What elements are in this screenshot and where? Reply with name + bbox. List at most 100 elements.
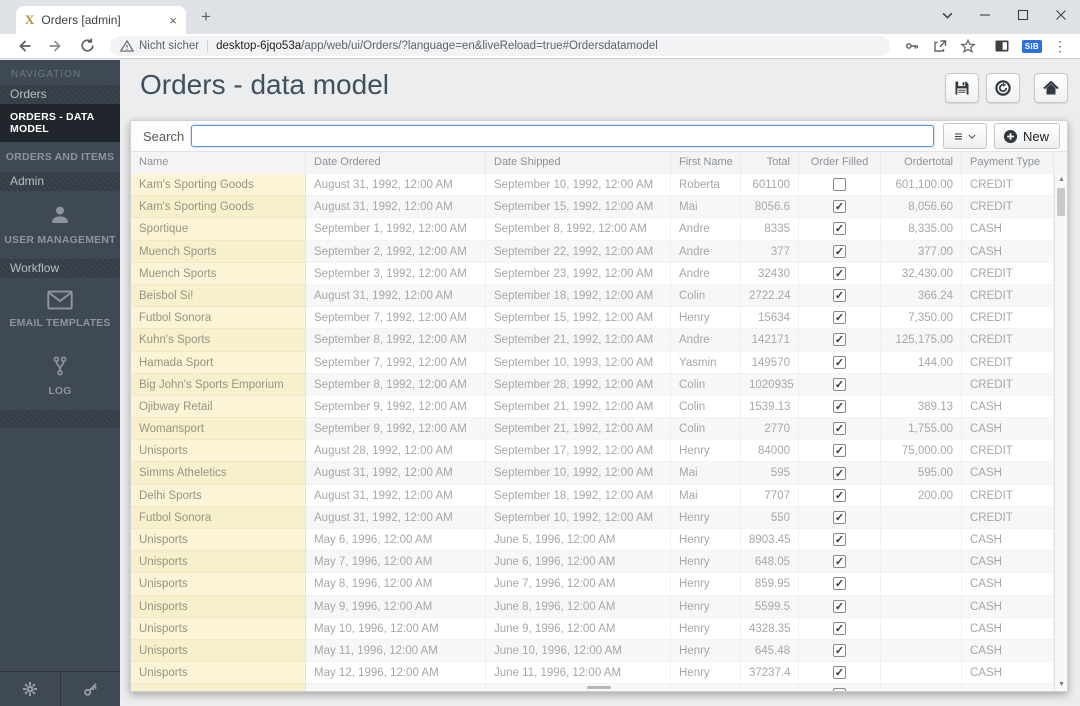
column-header-order_filled[interactable]: Order Filled bbox=[799, 152, 881, 174]
side-panel-icon[interactable] bbox=[994, 38, 1010, 54]
cell-date_ordered: August 31, 1992, 12:00 AM bbox=[306, 284, 486, 308]
window-minimize-icon[interactable] bbox=[966, 0, 1004, 30]
history-button[interactable] bbox=[986, 73, 1020, 103]
table-row[interactable]: Delhi Sports August 31, 1992, 12:00 AM Sep… bbox=[131, 484, 1054, 507]
password-key-icon[interactable] bbox=[904, 38, 920, 54]
extension-badge[interactable]: SIB bbox=[1021, 39, 1042, 53]
order-filled-checkbox[interactable]: ✓ bbox=[833, 555, 846, 569]
window-maximize-icon[interactable] bbox=[1004, 0, 1042, 30]
order-filled-checkbox[interactable]: ✓ bbox=[833, 466, 846, 480]
order-filled-checkbox[interactable]: ✓ bbox=[833, 222, 846, 236]
table-row[interactable]: Sportique September 1, 1992, 12:00 AM Sept… bbox=[131, 218, 1054, 241]
table-row[interactable]: Unisports May 11, 1996, 12:00 AM June 10, … bbox=[131, 639, 1054, 663]
table-row[interactable]: Unisports May 8, 1996, 12:00 AM June 7, 19… bbox=[131, 573, 1054, 596]
table-row[interactable]: Ojibway Retail September 9, 1992, 12:00 A… bbox=[131, 395, 1054, 419]
browser-menu-icon[interactable]: ⋮ bbox=[1053, 39, 1067, 53]
table-row[interactable]: Kam's Sporting Goods August 31, 1992, 12:… bbox=[131, 174, 1054, 197]
order-filled-checkbox[interactable]: ✓ bbox=[833, 644, 846, 658]
browser-tab[interactable]: X Orders [admin] × bbox=[16, 6, 186, 34]
table-row[interactable]: Unisports May 7, 1996, 12:00 AM June 6, 19… bbox=[131, 551, 1054, 574]
column-header-date_ordered[interactable]: Date Ordered bbox=[306, 152, 486, 174]
cell-date_ordered: May 12, 1996, 12:00 AM bbox=[306, 662, 486, 685]
order-filled-checkbox[interactable]: ✓ bbox=[833, 599, 846, 613]
table-row[interactable]: Futbol Sonora August 31, 1992, 12:00 AM Se… bbox=[131, 506, 1054, 529]
order-filled-checkbox[interactable]: ✓ bbox=[833, 355, 846, 369]
share-icon[interactable] bbox=[932, 38, 948, 54]
order-filled-checkbox[interactable]: ✓ bbox=[833, 533, 846, 547]
window-close-icon[interactable] bbox=[1042, 0, 1080, 30]
table-row[interactable]: Womansport September 9, 1992, 12:00 AM Sep… bbox=[131, 418, 1054, 441]
table-row[interactable]: Unisports August 28, 1992, 12:00 AM Septem… bbox=[131, 440, 1054, 463]
address-bar[interactable]: Nicht sicher desktop-6jqo53a/app/web/ui/… bbox=[110, 36, 890, 56]
reload-icon[interactable] bbox=[79, 37, 97, 55]
order-filled-checkbox[interactable]: ✓ bbox=[833, 399, 846, 413]
new-tab-button[interactable]: + bbox=[194, 5, 218, 29]
table-row[interactable]: Unisports May 9, 1996, 12:00 AM June 8, 19… bbox=[131, 595, 1054, 618]
sidebar-item-email-templates[interactable]: EMAIL TEMPLATES bbox=[0, 278, 120, 342]
sidebar-item-user-management[interactable]: USER MANAGEMENT bbox=[0, 191, 120, 259]
scrollbar-down-icon[interactable]: ▼ bbox=[1055, 679, 1067, 691]
sidebar-item-log[interactable]: LOG bbox=[0, 342, 120, 410]
window-menu-chevron-icon[interactable] bbox=[928, 0, 966, 30]
table-row[interactable]: Unisports May 10, 1996, 12:00 AM June 9, 1… bbox=[131, 617, 1054, 640]
order-filled-checkbox[interactable]: ✓ bbox=[833, 488, 846, 502]
admin-key-button[interactable] bbox=[61, 672, 121, 706]
sidebar-nav-header: NAVIGATION bbox=[11, 69, 82, 80]
order-filled-checkbox[interactable]: ✓ bbox=[833, 621, 846, 635]
table-row[interactable]: Kuhn's Sports September 8, 1992, 12:00 AM… bbox=[131, 329, 1054, 352]
cell-ordertotal bbox=[881, 529, 962, 552]
cell-name: Beisbol Si! bbox=[131, 284, 306, 308]
table-row[interactable]: Simms Atheletics August 31, 1992, 12:00 A… bbox=[131, 462, 1054, 485]
column-header-ordertotal[interactable]: Ordertotal bbox=[881, 152, 962, 174]
column-header-payment_type[interactable]: Payment Type bbox=[962, 152, 1054, 174]
settings-gear-button[interactable] bbox=[0, 672, 61, 706]
cell-payment_type: CASH bbox=[962, 617, 1054, 640]
sidebar-item-orders-and-items[interactable]: ORDERS AND ITEMS bbox=[0, 142, 120, 172]
scrollbar-up-icon[interactable]: ▲ bbox=[1055, 174, 1067, 186]
order-filled-checkbox[interactable]: ✓ bbox=[833, 666, 846, 680]
cell-first_name: Andre bbox=[671, 262, 741, 285]
not-secure-warning-icon[interactable] bbox=[120, 39, 134, 53]
search-input[interactable] bbox=[191, 125, 934, 147]
scrollbar-thumb[interactable] bbox=[1057, 188, 1065, 216]
order-filled-checkbox[interactable]: ✓ bbox=[833, 266, 846, 280]
column-header-total[interactable]: Total bbox=[741, 152, 799, 174]
table-row[interactable]: Unisports May 12, 1996, 12:00 AM June 11, … bbox=[131, 662, 1054, 685]
table-row[interactable]: Muench Sports September 3, 1992, 12:00 AM… bbox=[131, 262, 1054, 285]
save-button[interactable] bbox=[945, 73, 979, 103]
column-header-name[interactable]: Name bbox=[131, 152, 306, 174]
forward-icon[interactable] bbox=[47, 37, 65, 55]
column-header-first_name[interactable]: First Name bbox=[671, 152, 741, 174]
home-button[interactable] bbox=[1034, 73, 1068, 103]
order-filled-checkbox[interactable]: ✓ bbox=[833, 444, 846, 458]
order-filled-checkbox[interactable]: ✓ bbox=[833, 510, 846, 524]
horizontal-scrollbar-thumb[interactable] bbox=[587, 686, 611, 689]
order-filled-checkbox[interactable]: ✓ bbox=[833, 577, 846, 591]
order-filled-checkbox[interactable]: ✓ bbox=[833, 688, 846, 691]
cell-payment_type: CREDIT bbox=[962, 284, 1054, 308]
table-row[interactable]: Futbol Sonora September 7, 1992, 12:00 AM… bbox=[131, 307, 1054, 330]
bookmark-star-icon[interactable] bbox=[959, 38, 976, 54]
table-row[interactable]: Unisports May 6, 1996, 12:00 AM June 5, 19… bbox=[131, 529, 1054, 552]
order-filled-checkbox[interactable]: ✓ bbox=[833, 311, 846, 325]
order-filled-checkbox[interactable]: ✓ bbox=[833, 377, 846, 391]
table-row[interactable]: Hamada Sport September 7, 1992, 12:00 AM S… bbox=[131, 351, 1054, 374]
sidebar-item-orders-data-model[interactable]: ORDERS - DATA MODEL bbox=[0, 104, 120, 142]
order-filled-checkbox[interactable]: ✓ bbox=[833, 244, 846, 258]
table-row[interactable]: Beisbol Si! August 31, 1992, 12:00 AM Sept… bbox=[131, 284, 1054, 308]
order-filled-checkbox[interactable]: ✓ bbox=[833, 422, 846, 436]
grid-menu-button[interactable]: ≡ bbox=[942, 123, 987, 149]
order-filled-checkbox[interactable] bbox=[833, 178, 846, 192]
tab-close-icon[interactable]: × bbox=[169, 14, 177, 27]
order-filled-checkbox[interactable]: ✓ bbox=[833, 289, 846, 303]
new-record-button[interactable]: New bbox=[993, 123, 1060, 149]
order-filled-checkbox[interactable]: ✓ bbox=[833, 200, 846, 214]
table-row[interactable]: Big John's Sports Emporium September 8, 1… bbox=[131, 373, 1054, 396]
cell-payment_type: CREDIT bbox=[962, 262, 1054, 285]
column-header-date_shipped[interactable]: Date Shipped bbox=[486, 152, 671, 174]
order-filled-checkbox[interactable]: ✓ bbox=[833, 333, 846, 347]
back-icon[interactable] bbox=[15, 37, 33, 55]
vertical-scrollbar[interactable]: ▲ ▼ bbox=[1054, 174, 1067, 691]
table-row[interactable]: Muench Sports September 2, 1992, 12:00 AM… bbox=[131, 240, 1054, 263]
table-row[interactable]: Kam's Sporting Goods August 31, 1992, 12:… bbox=[131, 196, 1054, 219]
